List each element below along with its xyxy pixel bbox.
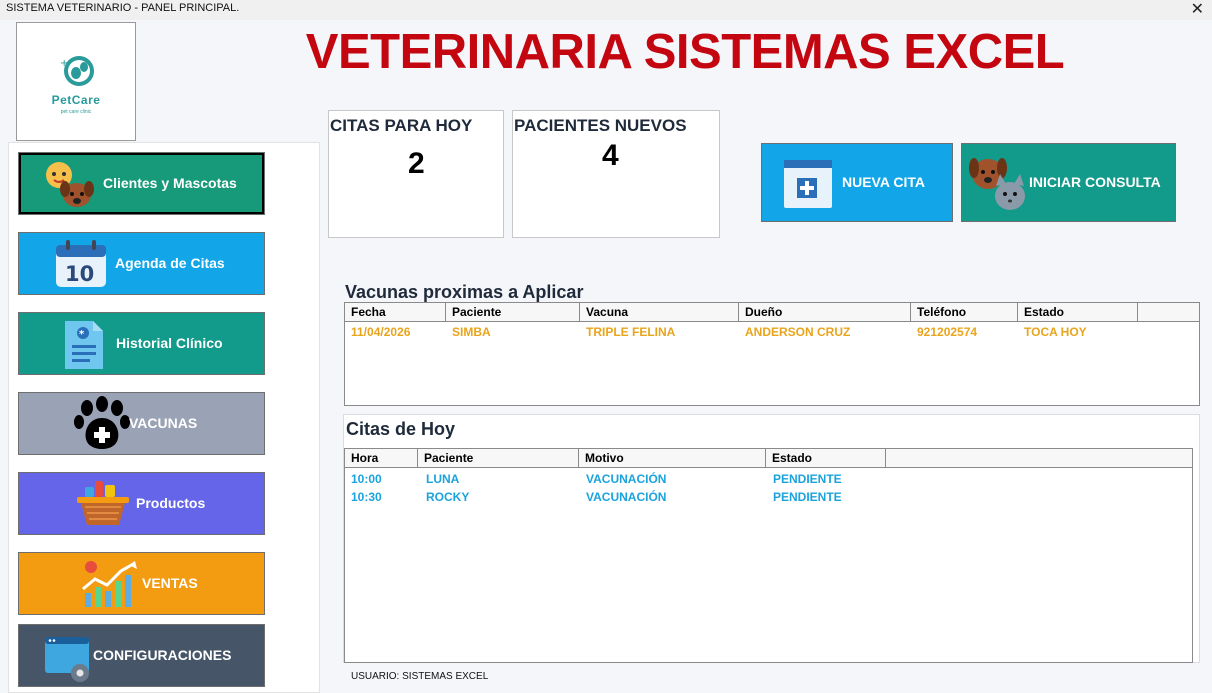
column-header[interactable]: Estado <box>766 449 886 468</box>
medical-record-icon: * <box>65 321 103 369</box>
table-cell: SIMBA <box>452 325 491 339</box>
sidebar-item-label: Historial Clínico <box>116 335 223 351</box>
calendar-day: 10 <box>65 262 94 286</box>
paw-plus-icon <box>74 396 130 449</box>
table-cell: VACUNACIÓN <box>586 472 667 486</box>
window-title: SISTEMA VETERINARIO - PANEL PRINCIPAL. <box>6 2 240 14</box>
sidebar-item-label: CONFIGURACIONES <box>93 647 232 663</box>
column-header[interactable]: Paciente <box>418 449 579 468</box>
table-cell: TRIPLE FELINA <box>586 325 676 339</box>
vacunas-table[interactable]: Fecha Paciente Vacuna Dueño Teléfono Est… <box>344 302 1200 406</box>
sales-chart-icon <box>82 561 137 607</box>
settings-window-icon <box>45 637 89 682</box>
table-cell: 921202574 <box>917 325 978 339</box>
column-header[interactable]: Dueño <box>739 303 911 322</box>
sidebar-item-label: VENTAS <box>142 575 198 591</box>
table-cell: VACUNACIÓN <box>586 490 667 504</box>
column-header[interactable]: Estado <box>1018 303 1138 322</box>
petcare-logo-icon: + <box>60 56 94 86</box>
table-row[interactable]: 10:30 ROCKY VACUNACIÓN PENDIENTE <box>345 489 1192 507</box>
column-header[interactable]: Teléfono <box>911 303 1018 322</box>
logo-text: PetCare <box>51 93 101 107</box>
vacunas-section-title: Vacunas proximas a Aplicar <box>345 282 584 302</box>
sidebar-item-productos[interactable]: Productos <box>18 472 265 535</box>
table-header: Hora Paciente Motivo Estado <box>345 449 1192 468</box>
button-label: INICIAR CONSULTA <box>1029 174 1161 190</box>
page-title: VETERINARIA SISTEMAS EXCEL <box>305 25 1065 79</box>
stat-label: CITAS PARA HOY <box>330 116 473 135</box>
dog-cat-icon <box>969 158 1025 210</box>
stat-value: 4 <box>602 139 619 172</box>
stat-pacientes-nuevos: PACIENTES NUEVOS 4 <box>512 110 720 238</box>
sidebar-item-ventas[interactable]: VENTAS <box>18 552 265 615</box>
sidebar-item-label: Agenda de Citas <box>115 255 225 271</box>
iniciar-consulta-button[interactable]: INICIAR CONSULTA <box>961 143 1176 222</box>
pet-basket-icon <box>77 481 129 525</box>
svg-text:+: + <box>60 58 68 69</box>
pets-family-icon <box>46 162 94 207</box>
citas-section-title: Citas de Hoy <box>346 419 456 439</box>
table-row[interactable]: 11/04/2026 SIMBA TRIPLE FELINA ANDERSON … <box>345 323 1199 341</box>
sidebar-item-configuraciones[interactable]: CONFIGURACIONES <box>18 624 265 687</box>
stat-citas-hoy: CITAS PARA HOY 2 <box>328 110 504 238</box>
sidebar-item-agenda-citas[interactable]: 10 Agenda de Citas <box>18 232 265 295</box>
column-header[interactable]: Motivo <box>579 449 766 468</box>
window-titlebar: SISTEMA VETERINARIO - PANEL PRINCIPAL. ✕ <box>0 0 1212 20</box>
table-cell: 11/04/2026 <box>351 325 411 339</box>
nueva-cita-button[interactable]: NUEVA CITA <box>761 143 953 222</box>
logo-subtext: pet care clinic <box>60 109 92 115</box>
calendar-icon: 10 <box>56 240 106 287</box>
table-cell: 10:30 <box>351 490 382 504</box>
sidebar-item-vacunas[interactable]: VACUNAS <box>18 392 265 455</box>
table-cell: ROCKY <box>426 490 470 504</box>
citas-table[interactable]: Hora Paciente Motivo Estado 10:00 LUNA V… <box>344 448 1193 663</box>
add-calendar-icon <box>784 160 832 208</box>
logo: + PetCare pet care clinic <box>16 22 136 141</box>
button-label: NUEVA CITA <box>842 174 925 190</box>
close-icon[interactable]: ✕ <box>1191 0 1204 19</box>
table-cell: ANDERSON CRUZ <box>745 325 851 339</box>
table-cell: TOCA HOY <box>1024 325 1087 339</box>
sidebar-item-label: VACUNAS <box>129 415 198 431</box>
sidebar-item-label: Clientes y Mascotas <box>103 175 237 191</box>
table-header: Fecha Paciente Vacuna Dueño Teléfono Est… <box>345 303 1199 322</box>
table-cell: PENDIENTE <box>773 490 842 504</box>
svg-text:*: * <box>79 329 85 340</box>
table-row[interactable]: 10:00 LUNA VACUNACIÓN PENDIENTE <box>345 471 1192 489</box>
sidebar-item-label: Productos <box>136 495 206 511</box>
stat-value: 2 <box>408 147 425 180</box>
sidebar-item-historial-clinico[interactable]: * Historial Clínico <box>18 312 265 375</box>
table-cell: 10:00 <box>351 472 382 486</box>
column-header[interactable]: Paciente <box>446 303 580 322</box>
stat-label: PACIENTES NUEVOS <box>514 116 687 135</box>
table-cell: LUNA <box>426 472 460 486</box>
table-cell: PENDIENTE <box>773 472 842 486</box>
column-header[interactable]: Hora <box>345 449 418 468</box>
usuario-label: USUARIO: SISTEMAS EXCEL <box>351 671 489 682</box>
column-header[interactable]: Vacuna <box>580 303 739 322</box>
column-header[interactable]: Fecha <box>345 303 446 322</box>
sidebar-item-clientes-mascotas[interactable]: Clientes y Mascotas <box>18 152 265 215</box>
